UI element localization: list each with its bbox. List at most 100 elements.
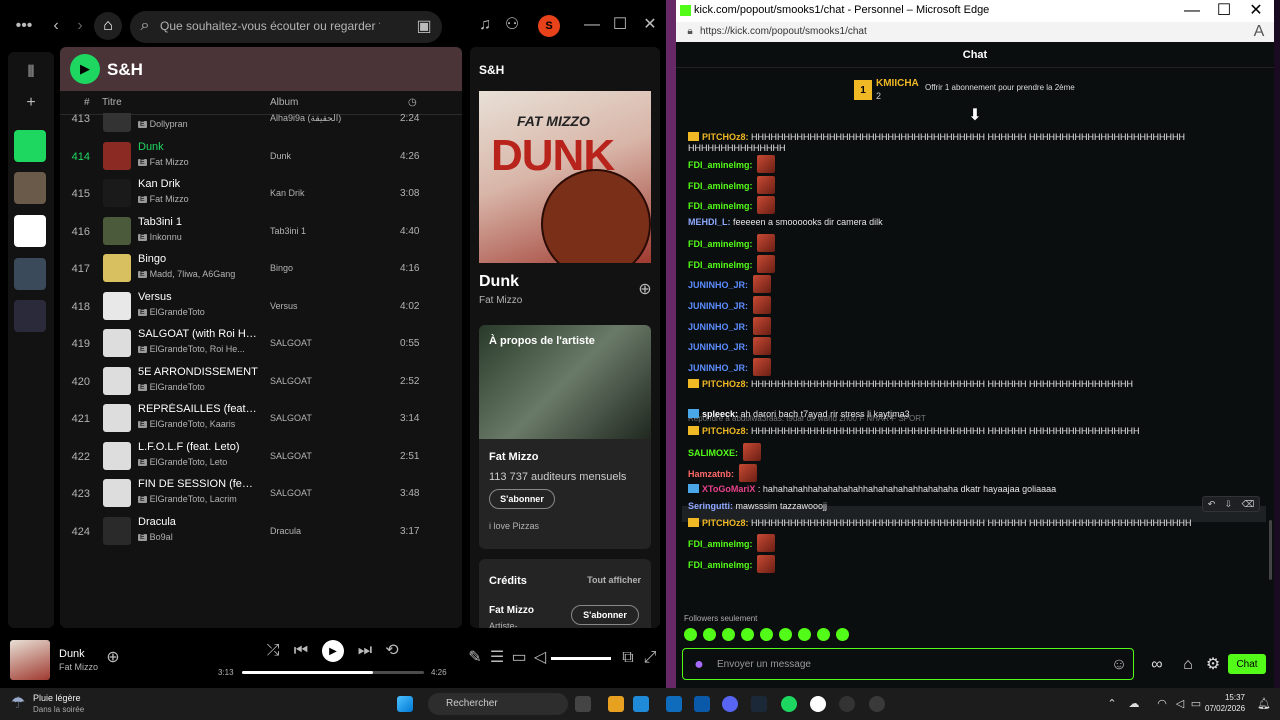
track-title[interactable]: 5E ARRONDISSEMENT [138,366,258,378]
credit-name[interactable]: Fat Mizzo [489,605,534,616]
steam-icon[interactable] [751,696,767,712]
bell-icon[interactable]: ♫ [478,17,492,33]
track-artist[interactable]: E ElGrandeToto, Lacrim [138,494,258,504]
taskbar-search-label[interactable]: Rechercher [446,698,498,709]
chat-username[interactable]: JUNINHO_JR: [688,301,748,311]
weather-icon[interactable]: ☂ [10,696,26,712]
home-icon[interactable]: ⌂ [94,12,122,40]
chat-emote[interactable] [752,337,771,356]
track-row[interactable]: 415 Kan Drik E Fat Mizzo Kan Drik 3:08 [60,176,462,213]
volume-slider[interactable] [551,657,611,660]
lock-icon[interactable]: 🔒︎ [684,26,696,38]
track-album[interactable]: Tab3ini 1 [270,226,350,236]
track-title[interactable]: L.F.O.L.F (feat. Leto) [138,441,258,453]
player-cover[interactable] [10,640,50,680]
store-icon[interactable]: ⌂ [1181,657,1195,673]
track-title[interactable]: SALGOAT (with Roi He... [138,328,258,340]
chat-message[interactable]: FDI_aminelmg: [688,155,1254,173]
track-artist-name[interactable]: ElGrandeToto [150,382,205,392]
outlook-icon[interactable] [694,696,710,712]
chat-emote[interactable] [752,275,771,294]
track-row[interactable]: 424 Dracula E Bo9al Dracula 3:17 [60,514,462,551]
player-artist[interactable]: Fat Mizzo [59,662,98,672]
track-row[interactable]: 421 REPRÉSAILLES (feat. K... E ElGrandeToto… [60,401,462,438]
chat-username[interactable]: FDI_aminelmg: [688,560,753,570]
track-artist-name[interactable]: ElGrandeToto, Roi He... [150,344,245,354]
library-icon[interactable]: ⫴ [22,64,40,82]
sound-icon[interactable]: ◁ [1174,697,1186,711]
library-item[interactable] [14,215,46,247]
play-pause-button[interactable]: ▶ [322,640,344,662]
fullscreen-icon[interactable]: ⤢ [643,650,657,666]
track-album[interactable]: SALGOAT [270,488,350,498]
track-artist[interactable]: E ElGrandeToto, Roi He... [138,344,258,354]
chat-message[interactable]: Seringutti: mawsssim tazzawooojj [688,501,1254,512]
chat-username[interactable]: JUNINHO_JR: [688,322,748,332]
maximize-icon[interactable]: ☐ [1217,3,1231,19]
add-to-library-icon[interactable]: ⊕ [638,282,652,298]
chat-username[interactable]: FDI_aminelmg: [688,201,753,211]
track-artist-name[interactable]: Fat Mizzo [150,194,189,204]
queue-icon[interactable]: ☰ [490,650,504,666]
track-title[interactable]: Bingo [138,253,258,265]
about-artist-name[interactable]: Fat Mizzo [489,451,539,463]
emote[interactable] [722,628,735,641]
add-icon[interactable]: + [22,94,40,112]
taskbar-search[interactable]: Rechercher [428,693,568,715]
track-artist[interactable]: E ElGrandeToto, Kaaris [138,419,258,429]
chat-username[interactable]: PITCHOz8: [702,426,749,436]
chat-emote[interactable] [742,442,761,461]
message-input[interactable]: ● Envoyer un message ☺ [682,648,1134,680]
chat-username[interactable]: PITCHOz8: [702,518,749,528]
chat-username[interactable]: Seringutti: [688,501,733,511]
track-row[interactable]: 418 Versus E ElGrandeToto Versus 4:02 [60,289,462,326]
reply-icon[interactable]: ↶ [1208,499,1216,510]
track-artist[interactable]: E Fat Mizzo [138,194,258,204]
chat-username[interactable]: JUNINHO_JR: [688,280,748,290]
track-artist-name[interactable]: ElGrandeToto, Lacrim [150,494,237,504]
chat-message[interactable]: FDI_aminelmg: [688,196,1254,215]
chat-username[interactable]: SALIMOXE: [688,448,738,458]
chat-username[interactable]: XToGoMariX [702,484,755,494]
spotify-icon[interactable] [781,696,797,712]
onedrive-icon[interactable]: ☁ [1128,697,1140,711]
track-title[interactable]: REPRÉSAILLES (feat. K... [138,403,258,415]
avatar[interactable]: S [538,15,560,37]
chat-message[interactable]: FDI_aminelmg: [688,555,1254,573]
chat-message[interactable]: PITCHOz8: HHHHHHHHHHHHHHHHHHHHHHHHHHHHHH… [688,132,1254,153]
chat-emote[interactable] [757,196,776,215]
url-text[interactable]: https://kick.com/popout/smooks1/chat [700,26,867,37]
chat-emote[interactable] [757,155,776,173]
track-artist[interactable]: E Dollypran [138,119,258,129]
app3-icon[interactable] [839,696,855,712]
wifi-icon[interactable]: ◠ [1156,697,1168,711]
track-artist[interactable]: E Madd, 7liwa, A6Gang [138,269,258,279]
track-title[interactable]: FIN DE SESSION (feat. ... [138,478,258,490]
now-playing-title[interactable]: Dunk [479,273,519,291]
emote[interactable] [684,628,697,641]
address-bar[interactable]: 🔒︎ https://kick.com/popout/smooks1/chat … [676,22,1274,42]
track-artist[interactable]: E Fat Mizzo [138,157,258,167]
follow-button[interactable]: S'abonner [489,489,555,509]
chat-message[interactable]: MEHDI_L: feeeeen a smoooooks dir camera … [688,217,1254,228]
track-row[interactable]: 416 Tab3ini 1 E Inkonnu Tab3ini 1 4:40 [60,214,462,251]
show-all-link[interactable]: Tout afficher [587,575,641,585]
track-artist[interactable]: E Bo9al [138,532,258,542]
track-artist-name[interactable]: Dollypran [150,119,188,129]
search-bar[interactable]: ⌕ Que souhaitez-vous écouter ou regarder… [130,11,442,43]
app-icon[interactable] [666,696,682,712]
search-input[interactable]: Que souhaitez-vous écouter ou regarder ? [160,19,380,33]
track-title[interactable]: Dracula [138,516,258,528]
delete-icon[interactable]: ⌫ [1242,499,1255,510]
chat-message[interactable]: JUNINHO_JR: [688,295,1254,314]
chat-username[interactable]: spleeck: [702,409,738,419]
chat-username[interactable]: Hamzatnb: [688,469,734,479]
miniplayer-icon[interactable]: ⧉ [621,650,635,666]
task-view-icon[interactable] [575,696,591,712]
chat-message[interactable]: PITCHOz8: HHHHHHHHHHHHHHHHHHHHHHHHHHHHHH… [688,378,1254,390]
col-title[interactable]: Titre [102,97,122,108]
track-title[interactable]: Dunk [138,141,258,153]
track-album[interactable]: Dunk [270,151,350,161]
maximize-icon[interactable]: ☐ [613,17,627,33]
track-row[interactable]: 413 E Dollypran Alha9i9a (الحقيقة) 2:24 [60,113,462,138]
